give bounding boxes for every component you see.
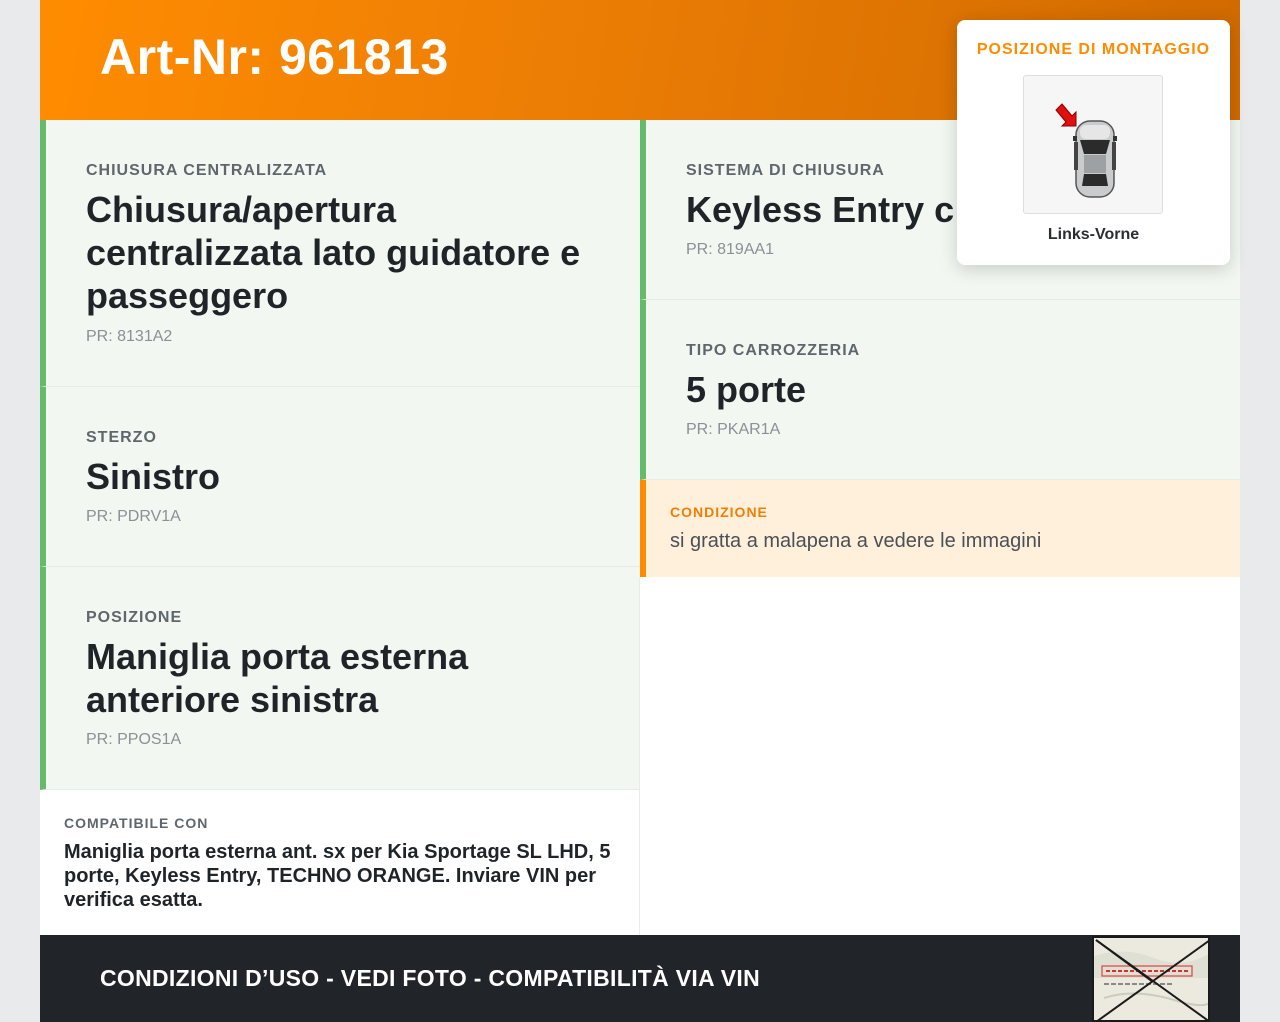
card-code: PR: PDRV1A xyxy=(86,508,181,525)
compatibility-text: Maniglia porta esterna ant. sx per Kia S… xyxy=(64,841,611,911)
car-top-view-icon xyxy=(1055,103,1117,198)
compatibility-label: COMPATIBILE CON xyxy=(64,815,209,831)
mount-position-image[interactable] xyxy=(1023,75,1163,214)
document-stamp-graphic xyxy=(1094,938,1208,1020)
footer: CONDIZIONI D’USO - VEDI FOTO - COMPATIBI… xyxy=(40,935,1240,1022)
card-value: Chiusura/apertura centralizzata lato gui… xyxy=(86,189,581,316)
condition-label: CONDIZIONE xyxy=(670,504,768,520)
compatibility-box: COMPATIBILE CON Maniglia porta esterna a… xyxy=(40,790,640,935)
card-value: Keyless Entry c xyxy=(686,189,955,230)
card-label: SISTEMA DI CHIUSURA xyxy=(686,162,885,179)
card-label: TIPO CARROZZERIA xyxy=(686,342,861,359)
card-value: Sinistro xyxy=(86,456,221,497)
document-stamp-icon xyxy=(1092,936,1210,1022)
footer-text: CONDIZIONI D’USO - VEDI FOTO - COMPATIBI… xyxy=(100,965,761,991)
condition-text: si gratta a malapena a vedere le immagin… xyxy=(670,530,1042,552)
card-value: 5 porte xyxy=(686,369,807,410)
card-code: PR: PPOS1A xyxy=(86,731,182,748)
card-central-locking: CHIUSURA CENTRALIZZATA Chiusura/apertura… xyxy=(40,120,640,387)
card-position: POSIZIONE Maniglia porta esterna anterio… xyxy=(40,567,640,790)
card-steering: STERZO Sinistro PR: PDRV1A xyxy=(40,387,640,567)
mount-position-caption: Links-Vorne xyxy=(1047,226,1140,243)
red-arrow-icon xyxy=(1055,103,1077,127)
mount-position-label: POSIZIONE DI MONTAGGIO xyxy=(976,41,1211,58)
card-value: Maniglia porta esterna anteriore sinistr… xyxy=(86,636,469,720)
card-code: PR: PKAR1A xyxy=(686,421,781,438)
column-divider xyxy=(639,577,640,935)
card-label: POSIZIONE xyxy=(86,609,183,626)
card-body-type: TIPO CARROZZERIA 5 porte PR: PKAR1A xyxy=(640,300,1240,480)
card-label: CHIUSURA CENTRALIZZATA xyxy=(86,162,328,179)
card-code: PR: 819AA1 xyxy=(686,241,775,258)
mount-position-panel: POSIZIONE DI MONTAGGIO Links-Vorne xyxy=(957,20,1230,265)
condition-box: CONDIZIONE si gratta a malapena a vedere… xyxy=(640,480,1240,577)
card-label: STERZO xyxy=(86,429,157,446)
card-code: PR: 8131A2 xyxy=(86,328,173,345)
article-number-title: Art-Nr: 961813 xyxy=(100,29,449,85)
